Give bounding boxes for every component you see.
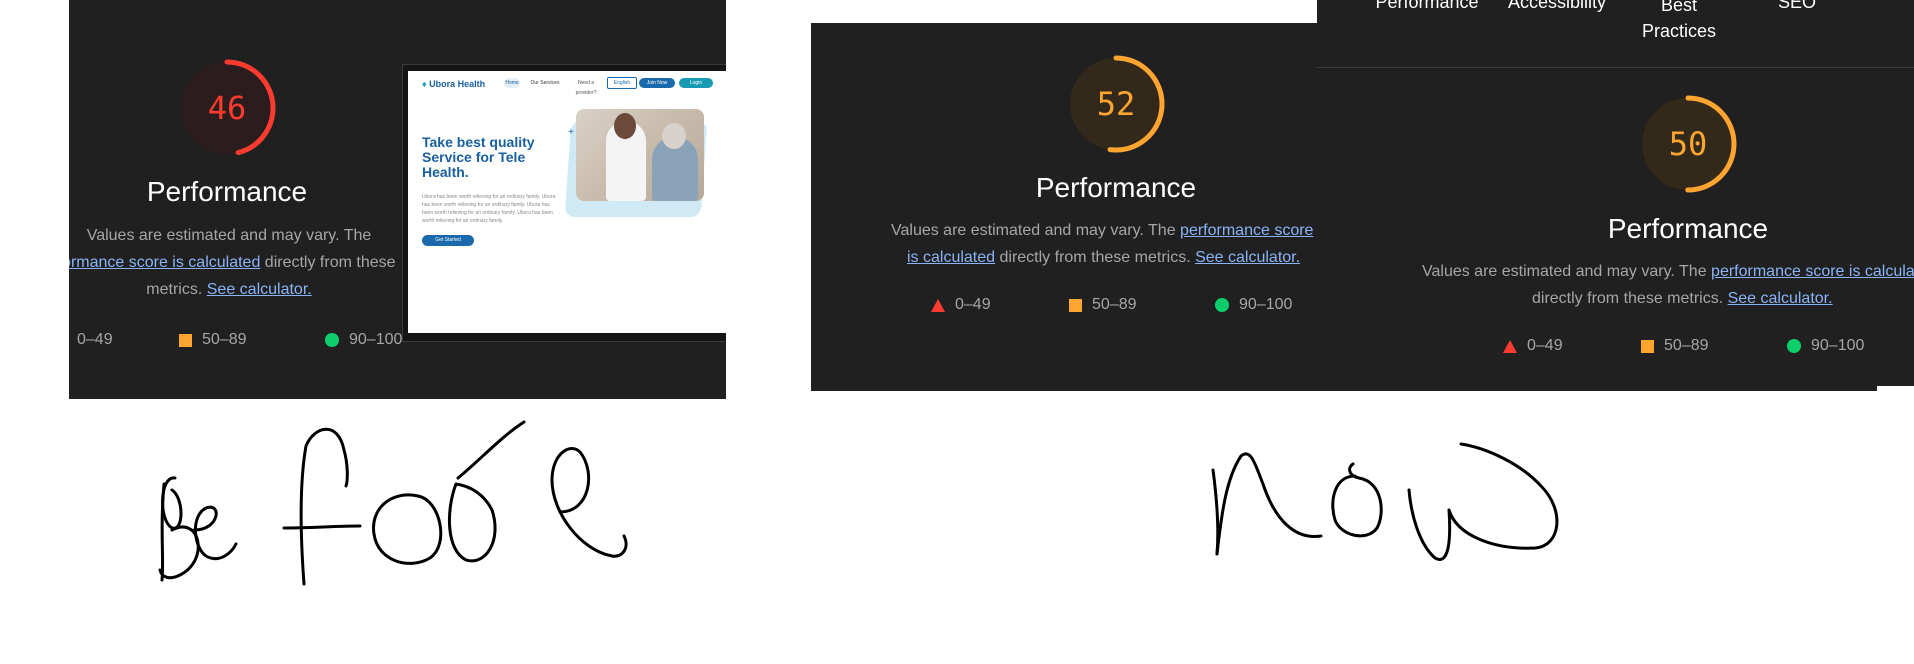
performance-title: Performance — [1607, 213, 1769, 244]
performance-score: 46 — [207, 89, 247, 127]
performance-title: Performance — [146, 176, 308, 207]
fail-range-label: 0–49 — [1527, 337, 1563, 354]
performance-gauge: 52 — [1066, 54, 1166, 154]
average-range-label: 50–89 — [1092, 296, 1137, 313]
average-square-icon — [1069, 298, 1082, 312]
see-calculator-link[interactable]: See calculator. — [1728, 290, 1833, 307]
see-calculator-link[interactable]: See calculator. — [1195, 249, 1300, 266]
score-calculated-link[interactable]: performance score is calculated — [69, 254, 260, 271]
before-report-panel: 46 Performance Values are estimated and … — [69, 0, 726, 399]
handwritten-now-label — [1211, 442, 1559, 561]
performance-score: 52 — [1096, 85, 1136, 123]
page-screenshot-frame: ♦ Ubora Health Home Our Services Need a … — [402, 64, 726, 342]
tab-seo[interactable]: SEO — [1757, 0, 1837, 13]
performance-description: Values are estimated and may vary. The p… — [891, 217, 1317, 271]
score-legend: 0–49 50–89 90–100 — [1317, 337, 1914, 357]
description-text-mid: directly from these metrics. — [1532, 290, 1724, 307]
score-calculated-link[interactable]: performance score — [1180, 222, 1313, 239]
performance-description: Values are estimated and may vary. The p… — [69, 222, 409, 303]
now-report-panel-1: 52 Performance Values are estimated and … — [811, 23, 1317, 391]
nav-provider[interactable]: Need a provider? — [568, 78, 604, 96]
description-text: Values are estimated and may vary. The — [86, 227, 372, 244]
pass-range-label: 90–100 — [1811, 337, 1865, 354]
performance-description: Values are estimated and may vary. The p… — [1422, 258, 1914, 312]
description-text-end: metrics. — [146, 281, 203, 298]
ubora-logo: ♦ Ubora Health — [422, 79, 486, 89]
nav-services[interactable]: Our Services — [525, 78, 565, 88]
language-select[interactable]: English — [607, 77, 637, 89]
pass-circle-icon — [1215, 298, 1229, 312]
description-text: Values are estimated and may vary. The — [891, 222, 1176, 239]
performance-gauge: 46 — [177, 58, 277, 158]
now-report-panel-2: Performance Accessibility Best Practices… — [1317, 0, 1914, 391]
hero-title: Take best quality Service for Tele Healt… — [422, 134, 535, 180]
pass-range-label: 90–100 — [349, 331, 403, 348]
fail-triangle-icon — [1503, 339, 1517, 353]
tab-accessibility[interactable]: Accessibility — [1497, 0, 1617, 13]
login-button[interactable]: Login — [679, 78, 713, 88]
performance-gauge: 50 — [1638, 94, 1738, 194]
description-text-mid: directly from these metrics. — [995, 249, 1191, 266]
score-calculated-link-cont[interactable]: is calculated — [907, 249, 995, 266]
performance-title: Performance — [1035, 172, 1197, 203]
nav-home[interactable]: Home — [504, 78, 520, 88]
description-text-mid: directly from these — [260, 254, 396, 271]
panel-corner-white — [1877, 386, 1914, 396]
pass-circle-icon — [1787, 339, 1801, 353]
category-tabs: Performance Accessibility Best Practices… — [1317, 0, 1914, 68]
doctor-patient-photo — [576, 109, 704, 201]
performance-score: 50 — [1668, 125, 1708, 163]
tab-performance[interactable]: Performance — [1367, 0, 1487, 13]
average-square-icon — [1641, 339, 1654, 353]
fail-range-label: 0–49 — [955, 296, 991, 313]
average-range-label: 50–89 — [1664, 337, 1709, 354]
patient-head — [662, 123, 686, 149]
get-started-button[interactable]: Get Started — [422, 235, 474, 246]
page-screenshot[interactable]: ♦ Ubora Health Home Our Services Need a … — [408, 71, 726, 333]
see-calculator-link[interactable]: See calculator. — [207, 281, 312, 298]
average-square-icon — [179, 333, 192, 347]
average-range-label: 50–89 — [202, 331, 247, 348]
hero-text: Ubora has been worth relieving for an or… — [422, 194, 556, 224]
doctor-head — [614, 113, 636, 139]
tab-best-practices[interactable]: Best Practices — [1639, 0, 1719, 44]
fail-triangle-icon — [931, 298, 945, 312]
score-calculated-link[interactable]: performance score is calculated — [1711, 263, 1914, 280]
score-legend: 0–49 50–89 90–100 — [811, 296, 1317, 316]
fail-range-label: 0–49 — [77, 331, 113, 348]
join-now-button[interactable]: Join Now — [639, 78, 675, 88]
handwritten-before-label — [158, 420, 628, 586]
pass-range-label: 90–100 — [1239, 296, 1293, 313]
description-text: Values are estimated and may vary. The — [1422, 263, 1707, 280]
plus-icon: + — [568, 127, 574, 138]
pass-circle-icon — [325, 333, 339, 347]
